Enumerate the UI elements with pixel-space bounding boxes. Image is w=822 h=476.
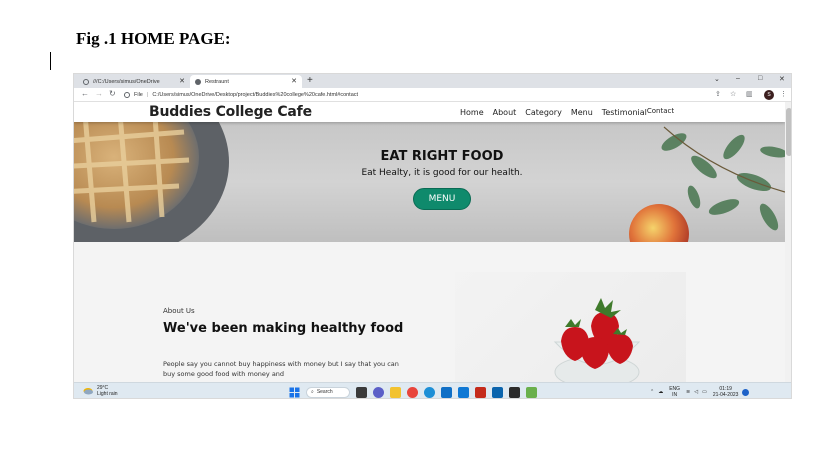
scrollbar-thumb[interactable]	[786, 108, 791, 156]
windows-start-icon[interactable]	[289, 387, 300, 398]
bookmark-star-icon[interactable]: ☆	[730, 90, 736, 98]
wifi-icon[interactable]: ≋	[686, 389, 690, 395]
strawberry-photo	[455, 272, 686, 382]
weather-widget[interactable]: 29°C Light rain	[83, 385, 118, 397]
address-url: C:/Users/simus/OneDrive/Desktop/project/…	[152, 92, 359, 98]
sidepanel-icon[interactable]: ▥	[746, 90, 753, 98]
taskbar-apps: ⌕ Search	[289, 386, 543, 398]
tab-title: Restraunt	[205, 78, 229, 85]
text-cursor	[50, 52, 51, 70]
about-section: About Us We've been making healthy food …	[74, 242, 785, 382]
tab-strip: ///C:/Users/simus/OneDrive ✕ Restraunt ✕…	[74, 74, 791, 88]
cloud-icon[interactable]: ☁	[658, 389, 663, 395]
new-tab-button[interactable]: +	[307, 75, 313, 86]
close-window-button[interactable]: ✕	[779, 75, 785, 83]
cloud-rain-icon	[83, 387, 93, 394]
hero-banner: EAT RIGHT FOOD Eat Healty, it is good fo…	[74, 122, 785, 242]
reload-button[interactable]: ↻	[109, 89, 116, 98]
taskbar-search-label: Search	[316, 389, 333, 395]
chevron-up-icon[interactable]: ⌃	[650, 389, 654, 395]
site-brand[interactable]: Buddies College Cafe	[149, 104, 312, 120]
back-button[interactable]: ←	[81, 89, 89, 98]
clock-date: 21-04-2023	[712, 392, 739, 398]
notification-icon[interactable]	[742, 388, 750, 396]
minimize-button[interactable]: –	[736, 75, 740, 82]
tab-restraunt[interactable]: Restraunt ✕	[190, 75, 302, 88]
hero-subtitle: Eat Healty, it is good for our health.	[361, 168, 523, 178]
tab-search-icon[interactable]: ⌄	[714, 75, 720, 83]
globe-icon	[83, 78, 89, 85]
taskbar-search[interactable]: ⌕ Search	[306, 386, 350, 398]
about-kicker: About Us	[163, 307, 195, 315]
forward-button[interactable]: →	[95, 89, 103, 98]
windows-taskbar: 29°C Light rain ⌕ Search ⌃ ☁ ENG IN ≋ ◁ …	[74, 382, 791, 398]
outlook-icon[interactable]	[492, 386, 503, 398]
chat-icon[interactable]	[373, 386, 384, 398]
page-favicon-icon	[195, 78, 201, 85]
app-icon[interactable]	[526, 386, 537, 398]
hero-title: EAT RIGHT FOOD	[380, 149, 504, 164]
chrome-icon[interactable]	[407, 386, 418, 398]
language-indicator[interactable]: ENG IN	[669, 386, 680, 398]
strawberry-bowl-image	[553, 298, 641, 382]
about-body: People say you cannot buy happiness with…	[163, 360, 399, 378]
info-icon[interactable]	[124, 92, 130, 98]
site-navbar: Buddies College Cafe Home About Category…	[74, 102, 785, 122]
volume-icon[interactable]: ◁	[694, 389, 698, 395]
nav-menu[interactable]: Menu	[571, 108, 593, 117]
nav-about[interactable]: About	[493, 108, 517, 117]
page-viewport: Buddies College Cafe Home About Category…	[74, 102, 785, 382]
menu-button[interactable]: MENU	[412, 188, 472, 210]
battery-icon[interactable]: ▭	[702, 389, 707, 395]
store-icon[interactable]	[441, 386, 452, 398]
address-divider: |	[146, 92, 149, 98]
lang-bottom: IN	[672, 392, 678, 398]
document-caption: Fig .1 HOME PAGE:	[76, 29, 231, 48]
hero-content: EAT RIGHT FOOD Eat Healty, it is good fo…	[74, 149, 785, 210]
search-icon: ⌕	[311, 389, 314, 395]
site-nav-links: Home About Category Menu Testimonial Con…	[460, 107, 683, 117]
mcafee-icon[interactable]	[475, 386, 486, 398]
close-tab-icon[interactable]: ✕	[179, 77, 185, 85]
nav-testimonial[interactable]: Testimonial	[602, 108, 647, 117]
profile-avatar[interactable]: S	[764, 90, 774, 100]
file-explorer-icon[interactable]	[390, 386, 401, 398]
maximize-button[interactable]: □	[758, 75, 762, 82]
teams-icon[interactable]	[458, 386, 469, 398]
more-menu-icon[interactable]: ⋮	[780, 90, 787, 98]
taskbar-clock[interactable]: 01:19 21-04-2023	[713, 386, 739, 398]
edge-icon[interactable]	[424, 386, 435, 398]
nav-category[interactable]: Category	[525, 108, 562, 117]
about-title: We've been making healthy food	[163, 321, 404, 336]
nav-contact[interactable]: Contact	[647, 107, 674, 117]
address-bar[interactable]: File | C:/Users/simus/OneDrive/Desktop/p…	[124, 90, 704, 100]
terminal-icon[interactable]	[509, 386, 520, 398]
page-scrollbar[interactable]	[785, 102, 791, 382]
browser-window: ///C:/Users/simus/OneDrive ✕ Restraunt ✕…	[73, 73, 792, 399]
tab-file[interactable]: ///C:/Users/simus/OneDrive ✕	[78, 75, 190, 88]
nav-home[interactable]: Home	[460, 108, 484, 117]
task-view-icon[interactable]	[356, 386, 367, 398]
system-tray: ⌃ ☁ ENG IN ≋ ◁ ▭ 01:19 21-04-2023	[650, 386, 750, 398]
weather-desc: Light rain	[97, 391, 118, 397]
address-prefix: File	[134, 92, 143, 98]
share-icon[interactable]: ⇪	[715, 90, 721, 98]
tab-title: ///C:/Users/simus/OneDrive	[93, 78, 160, 85]
close-tab-icon[interactable]: ✕	[291, 77, 297, 85]
browser-toolbar: ← → ↻ File | C:/Users/simus/OneDrive/Des…	[74, 88, 791, 102]
